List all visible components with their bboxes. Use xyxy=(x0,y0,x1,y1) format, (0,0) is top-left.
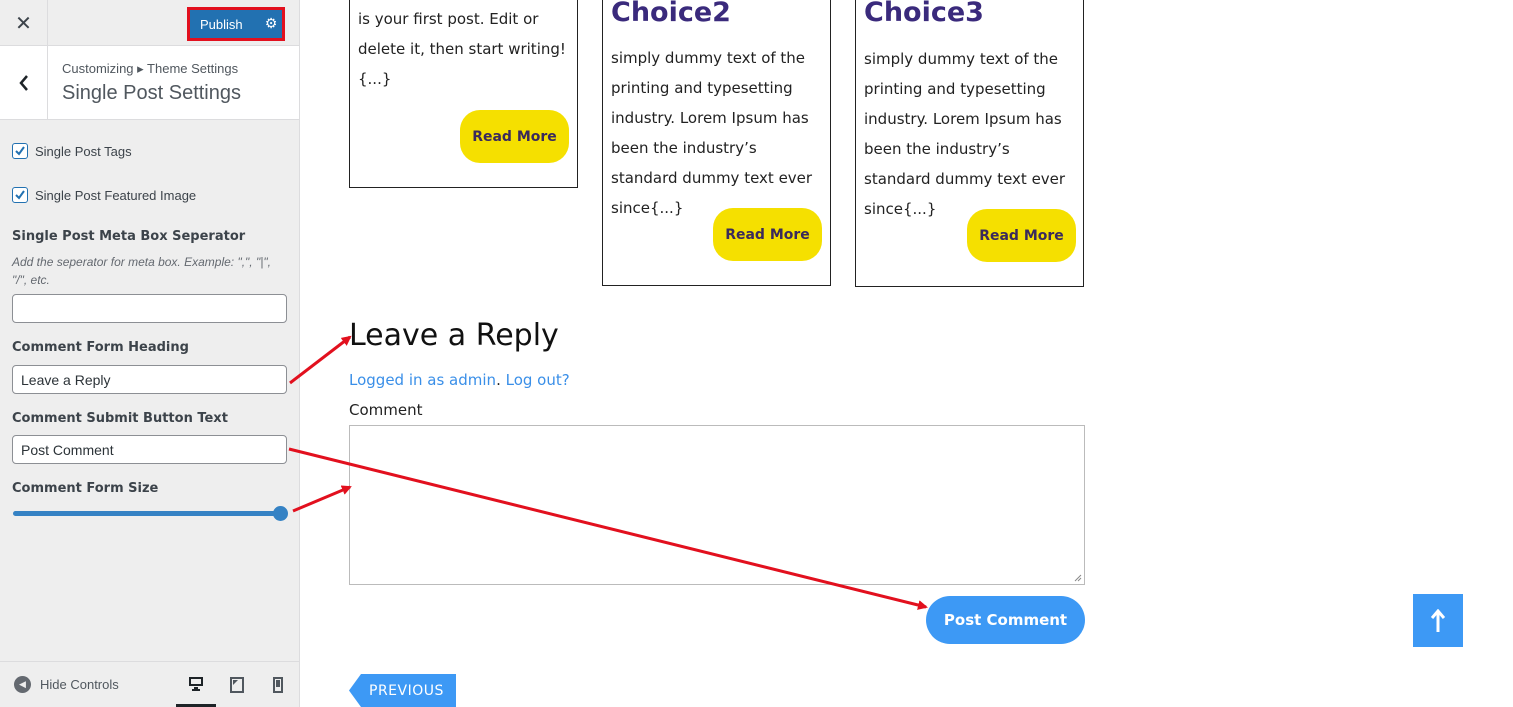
close-icon: ✕ xyxy=(15,11,32,35)
previous-post-button[interactable]: PREVIOUS xyxy=(349,674,456,707)
back-button[interactable] xyxy=(0,46,48,119)
tablet-preview-button[interactable] xyxy=(217,662,257,707)
hide-controls-button[interactable]: ◀ Hide Controls xyxy=(14,676,119,693)
logged-in-line: Logged in as admin. Log out? xyxy=(349,371,570,389)
form-size-title: Comment Form Size xyxy=(12,481,159,496)
single-post-featured-image-checkbox[interactable]: Single Post Featured Image xyxy=(12,187,196,203)
meta-separator-input[interactable] xyxy=(12,294,287,323)
arrow-up-icon xyxy=(1431,608,1445,632)
resize-handle-icon[interactable] xyxy=(1074,574,1082,582)
desktop-icon xyxy=(189,676,203,691)
meta-separator-description: Add the seperator for meta box. Example:… xyxy=(12,255,271,287)
mobile-icon xyxy=(273,677,283,693)
form-size-slider-handle[interactable] xyxy=(273,506,288,521)
customizer-header: ✕ Publish ⚙ xyxy=(0,0,299,46)
submit-text-title: Comment Submit Button Text xyxy=(12,411,228,426)
post-title[interactable]: Choice3 xyxy=(864,0,984,28)
post-excerpt: is your first post. Edit or delete it, t… xyxy=(358,10,566,88)
checkmark-icon xyxy=(15,146,25,156)
form-size-slider[interactable] xyxy=(13,511,281,516)
logged-in-link[interactable]: Logged in as admin xyxy=(349,371,496,389)
checkmark-icon xyxy=(15,190,25,200)
chevron-left-icon xyxy=(18,74,28,91)
annotation-arrow xyxy=(292,485,352,513)
section-header: Customizing ▸ Theme Settings Single Post… xyxy=(0,46,299,120)
comment-textarea[interactable] xyxy=(349,425,1085,585)
post-excerpt: simply dummy text of the printing and ty… xyxy=(864,50,1066,218)
separator: . xyxy=(496,371,501,389)
checkbox-box[interactable] xyxy=(12,187,28,203)
comment-label: Comment xyxy=(349,401,423,419)
desktop-preview-button[interactable] xyxy=(176,662,216,707)
read-more-button[interactable]: Read More xyxy=(967,209,1076,262)
breadcrumb: Customizing ▸ Theme Settings xyxy=(62,61,239,76)
post-excerpt: simply dummy text of the printing and ty… xyxy=(611,49,813,217)
comment-heading-title: Comment Form Heading xyxy=(12,340,189,355)
publish-button[interactable]: Publish ⚙ xyxy=(187,7,285,41)
post-comment-button[interactable]: Post Comment xyxy=(926,596,1085,644)
post-card: Choice2 simply dummy text of the printin… xyxy=(602,0,831,286)
post-card: is your first post. Edit or delete it, t… xyxy=(349,0,578,188)
gear-icon[interactable]: ⚙ xyxy=(260,16,282,32)
read-more-button[interactable]: Read More xyxy=(713,208,822,261)
reply-title: Leave a Reply xyxy=(349,318,559,353)
checkbox-label: Single Post Tags xyxy=(35,143,132,159)
meta-separator-title: Single Post Meta Box Seperator xyxy=(12,229,246,244)
read-more-button[interactable]: Read More xyxy=(460,110,569,163)
single-post-tags-checkbox[interactable]: Single Post Tags xyxy=(12,143,132,159)
publish-label: Publish xyxy=(200,16,243,32)
checkbox-box[interactable] xyxy=(12,143,28,159)
section-title: Single Post Settings xyxy=(62,82,241,104)
collapse-icon: ◀ xyxy=(14,676,31,693)
tablet-icon xyxy=(230,677,244,693)
scroll-to-top-button[interactable] xyxy=(1413,594,1463,647)
checkbox-label: Single Post Featured Image xyxy=(35,187,197,203)
post-card: Choice3 simply dummy text of the printin… xyxy=(855,0,1084,287)
customizer-footer: ◀ Hide Controls xyxy=(0,661,299,707)
customizer-sidebar: ✕ Publish ⚙ Customizing ▸ Theme Settings… xyxy=(0,0,300,707)
comment-heading-input[interactable] xyxy=(12,365,287,394)
hide-controls-label: Hide Controls xyxy=(40,677,119,692)
mobile-preview-button[interactable] xyxy=(258,662,298,707)
logout-link[interactable]: Log out? xyxy=(506,371,570,389)
post-title[interactable]: Choice2 xyxy=(611,0,731,28)
close-button[interactable]: ✕ xyxy=(0,0,48,46)
submit-text-input[interactable] xyxy=(12,435,287,464)
